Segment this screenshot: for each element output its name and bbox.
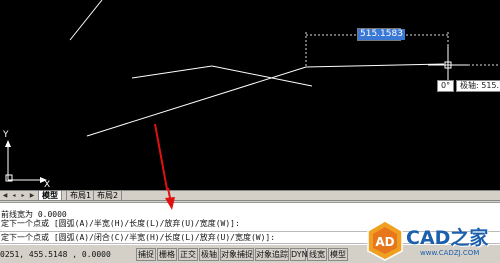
logo-lettering: AD — [375, 235, 394, 249]
polar-button[interactable]: 极轴 — [199, 248, 219, 261]
drawing-line-4 — [86, 66, 307, 137]
drawing-canvas[interactable]: X Y 515.1583 0° 极轴: 515.1583 < 0° — [0, 0, 500, 190]
next-tab-button[interactable]: ▸ — [19, 192, 27, 200]
watermark-title: CAD之家 — [406, 227, 489, 249]
ucs-y-label: Y — [2, 130, 9, 140]
drawing-svg: X Y — [2, 0, 500, 190]
first-tab-button[interactable]: ◀ — [1, 192, 9, 200]
watermark-url: www.CADZJ.COM — [420, 249, 480, 257]
command-history-line-2: 定下一个点或 [圆弧(A)/半宽(H)/长度(L)/放弃(U)/宽度(W)]: — [1, 219, 240, 228]
layout-tab-bar: ◀ ◂ ▸ ▶ 模型 布局1 布局2 — [0, 190, 500, 201]
ortho-button[interactable]: 正交 — [178, 248, 198, 261]
command-history-line-1: 前线宽为 0.0000 — [1, 210, 67, 219]
annotation-arrow-shaft — [154, 123, 169, 190]
model-space-button[interactable]: 模型 — [328, 248, 348, 261]
object-track-button[interactable]: 对象追踪 — [255, 248, 289, 261]
drawing-line-2 — [131, 65, 213, 79]
dyn-button[interactable]: DYN — [290, 248, 308, 261]
angle-tooltip: 0° — [437, 80, 455, 92]
tab-layout2[interactable]: 布局2 — [93, 191, 123, 201]
snap-button[interactable]: 捕捉 — [136, 248, 156, 261]
object-snap-button[interactable]: 对象捕捉 — [220, 248, 254, 261]
tab-model[interactable]: 模型 — [38, 191, 62, 201]
dynamic-input-value: 515.1583 — [358, 29, 405, 40]
drawing-line-3 — [211, 65, 313, 87]
polar-tooltip: 极轴: 515.1583 < 0° — [456, 80, 500, 92]
drawing-line-1 — [69, 0, 103, 41]
ucs-y-arrow-icon — [5, 140, 11, 147]
dynamic-input-field[interactable]: 515.1583 — [357, 28, 405, 41]
tab-layout1[interactable]: 布局1 — [66, 191, 96, 201]
polyline-segment — [305, 63, 445, 68]
grid-button[interactable]: 栅格 — [157, 248, 177, 261]
ucs-x-label: X — [44, 180, 50, 190]
prev-tab-button[interactable]: ◂ — [10, 192, 18, 200]
lineweight-button[interactable]: 线宽 — [307, 248, 327, 261]
last-tab-button[interactable]: ▶ — [28, 192, 36, 200]
cadzj-logo-icon: AD — [367, 220, 403, 261]
coordinate-readout: 0251, 455.5148 , 0.0000 — [0, 250, 111, 259]
